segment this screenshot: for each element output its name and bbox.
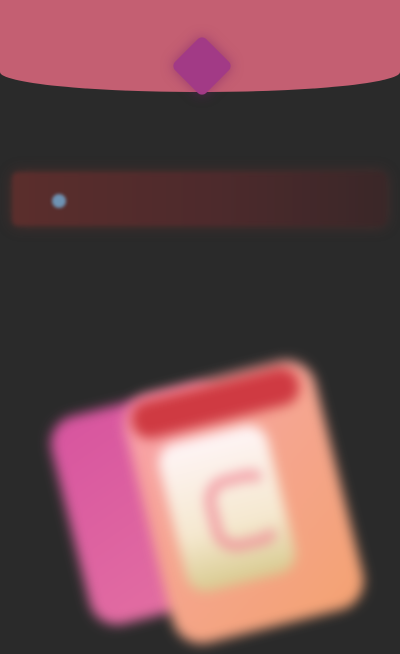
stacked-cards-illustration xyxy=(44,354,371,650)
notification-banner[interactable] xyxy=(12,172,386,226)
front-card-band xyxy=(127,363,304,443)
notification-dot-icon xyxy=(52,194,66,208)
